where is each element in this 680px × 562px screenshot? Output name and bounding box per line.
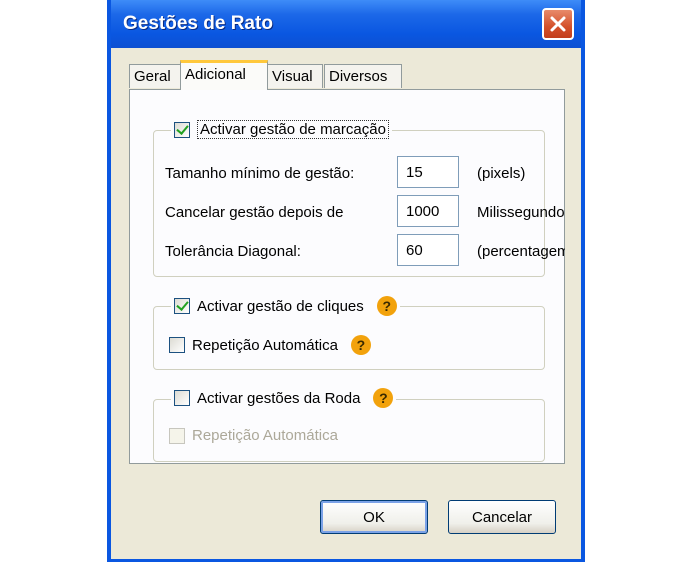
click-auto-repeat-checkbox[interactable] [169, 337, 185, 353]
cancel-button[interactable]: Cancelar [448, 500, 556, 534]
click-auto-repeat-row[interactable]: Repetição Automática ? [166, 335, 374, 355]
wheel-gesture-checkbox[interactable] [174, 390, 190, 406]
min-gesture-size-input[interactable] [397, 156, 459, 188]
diagonal-tolerance-unit: (percentagem [477, 243, 565, 260]
wheel-auto-repeat-label: Repetição Automática [192, 427, 338, 444]
title-bar[interactable]: Gestões de Rato [111, 0, 581, 48]
wheel-auto-repeat-checkbox [169, 427, 185, 444]
tab-diversos[interactable]: Diversos [324, 64, 402, 88]
dialog-window: Gestões de Rato Geral Adicional Visual D… [107, 0, 585, 562]
close-button[interactable] [542, 8, 574, 40]
click-auto-repeat-help-icon[interactable]: ? [350, 335, 371, 355]
min-gesture-size-label: Tamanho mínimo de gestão: [165, 165, 355, 182]
wheel-auto-repeat-row: Repetição Automática [166, 427, 341, 444]
close-icon [550, 16, 566, 32]
click-gesture-checkbox-row[interactable]: Activar gestão de cliques ? [171, 296, 400, 316]
tab-adicional[interactable]: Adicional [180, 60, 268, 90]
marking-gesture-label: Activar gestão de marcação [197, 120, 389, 139]
wheel-gesture-checkbox-row[interactable]: Activar gestões da Roda ? [171, 388, 397, 408]
dialog-client-area: Geral Adicional Visual Diversos Activar … [111, 48, 581, 559]
min-gesture-size-unit: (pixels) [477, 165, 526, 182]
cancel-gesture-label: Cancelar gestão depois de [165, 204, 344, 221]
cancel-gesture-input[interactable] [397, 195, 459, 227]
marking-gesture-checkbox-row[interactable]: Activar gestão de marcação [171, 120, 392, 139]
diagonal-tolerance-input[interactable] [397, 234, 459, 266]
ok-button[interactable]: OK [320, 500, 428, 534]
wheel-gesture-help-icon[interactable]: ? [373, 388, 394, 408]
click-gesture-label: Activar gestão de cliques [197, 297, 364, 315]
click-gesture-help-icon[interactable]: ? [376, 296, 397, 316]
tab-geral[interactable]: Geral [129, 64, 181, 88]
wheel-gesture-label: Activar gestões da Roda [197, 389, 361, 407]
diagonal-tolerance-label: Tolerância Diagonal: [165, 243, 301, 260]
tab-visual[interactable]: Visual [267, 64, 323, 88]
click-auto-repeat-label: Repetição Automática [192, 336, 338, 354]
marking-gesture-checkbox[interactable] [174, 121, 190, 138]
click-gesture-checkbox[interactable] [174, 298, 190, 314]
window-title: Gestões de Rato [123, 13, 273, 34]
tab-panel-adicional: Activar gestão de marcação Tamanho mínim… [129, 89, 565, 464]
cancel-gesture-unit: Milissegundos [477, 204, 565, 221]
